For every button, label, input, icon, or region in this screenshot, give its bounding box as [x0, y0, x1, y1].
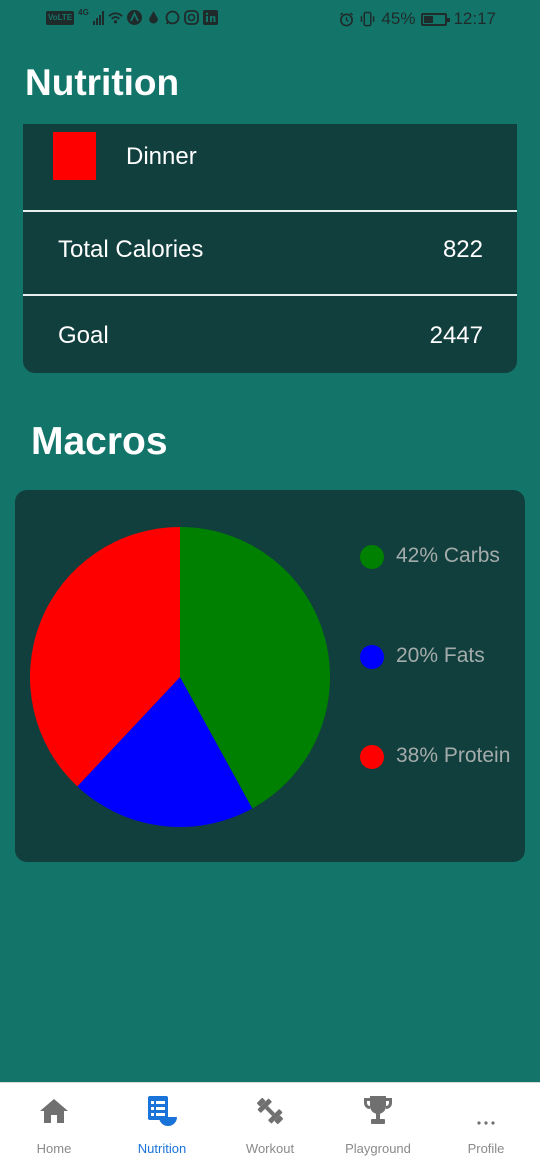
macros-title: Macros	[31, 420, 168, 463]
drop-icon	[146, 10, 161, 25]
legend-dot	[360, 645, 384, 669]
wifi-icon	[108, 10, 123, 25]
goal-label: Goal	[58, 322, 109, 349]
nav-home-label: Home	[36, 1141, 72, 1156]
battery-icon	[421, 12, 451, 26]
trophy-icon	[324, 1095, 432, 1127]
macros-pie-chart	[30, 527, 330, 827]
status-right-icons: 45% 12:17	[339, 9, 496, 29]
nav-workout[interactable]: Workout	[216, 1083, 324, 1157]
legend-item: 20% Fats	[360, 642, 540, 672]
nav-playground-label: Playground	[345, 1141, 411, 1156]
legend-label: 20% Fats	[396, 644, 485, 667]
status-left-icons: VoLTE 4G	[46, 8, 218, 25]
page-title: Nutrition	[25, 62, 180, 103]
nav-home[interactable]: Home	[0, 1083, 108, 1157]
nav-playground[interactable]: Playground	[324, 1083, 432, 1157]
more-icon	[432, 1095, 540, 1127]
app-icon	[126, 10, 142, 25]
alarm-icon	[339, 12, 354, 27]
instagram-icon	[183, 10, 199, 25]
clock: 12:17	[453, 9, 496, 28]
signal-icon	[92, 10, 104, 25]
goal-value: 2447	[429, 322, 483, 349]
nav-profile[interactable]: Profile	[432, 1083, 540, 1157]
vibrate-icon	[360, 11, 375, 27]
linkedin-icon	[202, 10, 218, 25]
network-type: 4G	[78, 8, 89, 17]
meal-name: Dinner	[126, 143, 197, 170]
battery-percent: 45%	[381, 9, 416, 28]
whatsapp-icon	[165, 10, 180, 25]
nav-nutrition[interactable]: Nutrition	[108, 1083, 216, 1157]
total-calories-value: 822	[442, 236, 483, 263]
legend-dot	[360, 545, 384, 569]
macros-card: 42% Carbs 20% Fats 38% Protein	[15, 490, 525, 862]
legend-dot	[360, 745, 384, 769]
home-icon	[0, 1095, 108, 1127]
battery-fill	[424, 15, 434, 23]
dumbbell-icon	[216, 1095, 324, 1127]
goal-row: Goal 2447	[23, 296, 517, 380]
status-bar: VoLTE 4G 45% 12:17	[0, 0, 540, 40]
meal-row[interactable]: Dinner	[23, 124, 517, 212]
meal-color-swatch	[53, 132, 96, 180]
bottom-navigation: Home Nutrition Workout Playground Profil	[0, 1082, 540, 1157]
legend-label: 38% Protein	[396, 744, 511, 767]
nutrition-summary-card: Dinner Total Calories 822 Goal 2447	[23, 124, 517, 373]
legend-label: 42% Carbs	[396, 544, 500, 567]
legend-item: 38% Protein	[360, 742, 540, 772]
nutrition-icon	[108, 1095, 216, 1127]
legend-item: 42% Carbs	[360, 542, 540, 572]
nav-nutrition-label: Nutrition	[137, 1141, 187, 1156]
total-calories-row: Total Calories 822	[23, 210, 517, 296]
nav-profile-label: Profile	[467, 1141, 505, 1156]
total-calories-label: Total Calories	[58, 236, 204, 263]
nav-workout-label: Workout	[245, 1141, 295, 1156]
volte-icon: VoLTE	[46, 10, 75, 25]
